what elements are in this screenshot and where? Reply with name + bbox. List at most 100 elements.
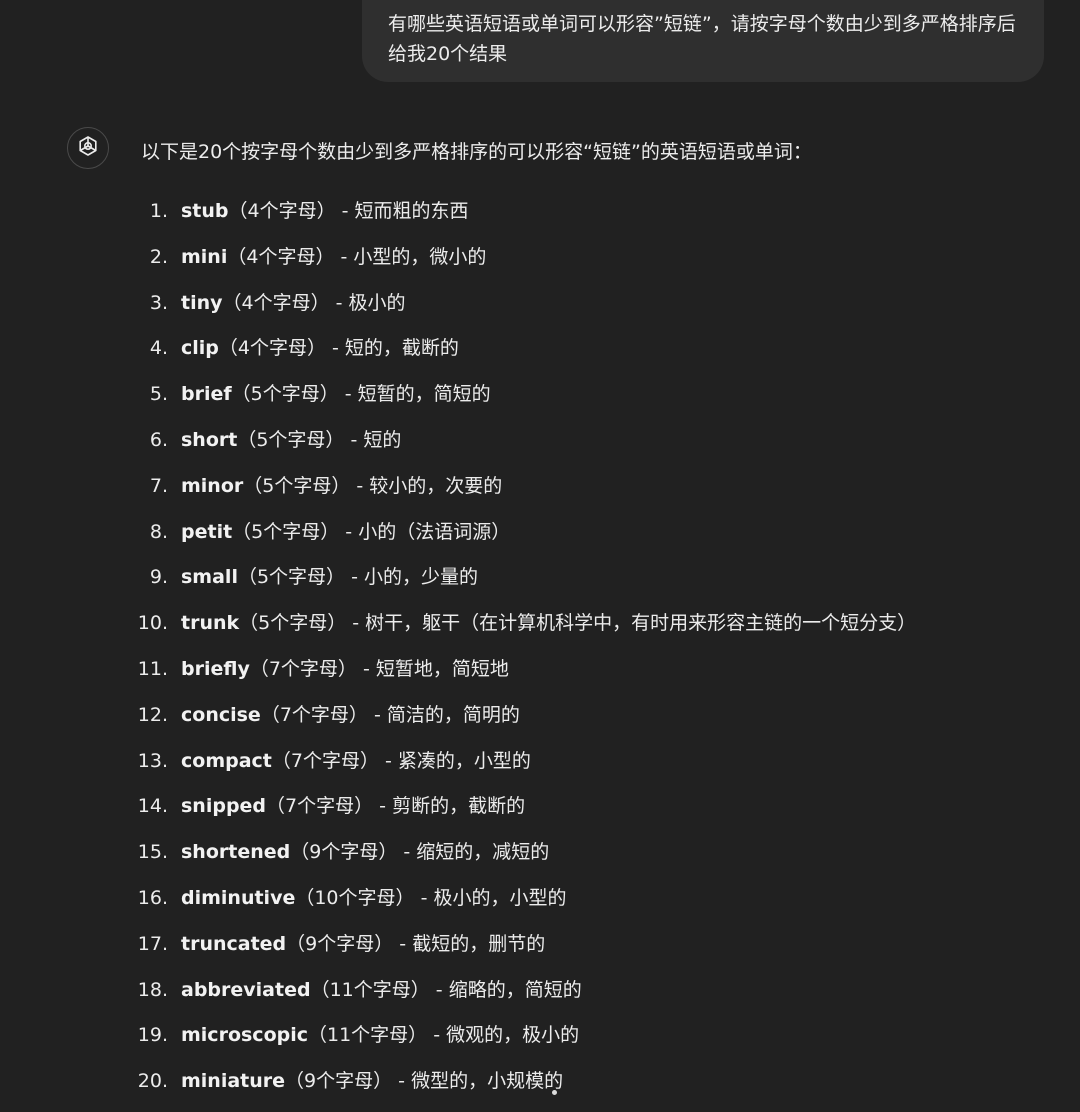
cursor-dot: [552, 1090, 557, 1095]
list-item-number: 5.: [149, 383, 168, 406]
letter-count: （5个字母）: [237, 566, 346, 589]
word-term: small: [181, 566, 238, 589]
list-item-body: shortened（9个字母） - 缩短的，减短的: [181, 837, 549, 867]
word-meaning: - 缩短的，减短的: [397, 841, 550, 864]
word-term: miniature: [181, 1070, 286, 1093]
list-item-number: 12.: [137, 703, 168, 726]
word-meaning: - 简洁的，简明的: [367, 703, 520, 726]
list-item-body: compact（7个字母） - 紧凑的，小型的: [181, 746, 531, 776]
list-item-number: 2.: [149, 245, 168, 268]
word-term: short: [181, 428, 238, 451]
letter-count: （9个字母）: [285, 1070, 393, 1093]
word-list: 1. stub（4个字母） - 短而粗的东西 2. mini（4个字母） - 小型的，…: [0, 196, 1080, 1112]
list-item-body: mini（4个字母） - 小型的，微小的: [181, 242, 486, 272]
word-term: truncated: [181, 932, 287, 955]
list-item-number: 3.: [149, 291, 168, 314]
list-item-body: short（5个字母） - 短的: [181, 425, 401, 455]
letter-count: （11个字母）: [308, 1024, 428, 1047]
word-meaning: - 小的，少量的: [345, 566, 478, 589]
word-meaning: - 短暂地，简短地: [356, 657, 509, 680]
word-term: clip: [181, 337, 219, 360]
word-term: compact: [181, 749, 272, 772]
letter-count: （4个字母）: [218, 337, 326, 360]
letter-count: （9个字母）: [286, 932, 394, 955]
letter-count: （5个字母）: [243, 474, 351, 497]
list-item-body: snipped（7个字母） - 剪断的，截断的: [181, 791, 525, 821]
list-item: 3. tiny（4个字母） - 极小的: [0, 288, 1080, 334]
list-item-body: brief（5个字母） - 短暂的，简短的: [181, 379, 491, 409]
letter-count: （7个字母）: [260, 703, 368, 726]
letter-count: （5个字母）: [239, 612, 347, 635]
list-item-body: trunk（5个字母） - 树干，躯干（在计算机科学中，有时用来形容主链的一个短…: [181, 608, 916, 638]
list-item-number: 1.: [149, 200, 168, 222]
list-item: 4. clip（4个字母） - 短的，截断的: [0, 333, 1080, 379]
list-item-number: 20.: [137, 1070, 168, 1093]
letter-count: （7个字母）: [271, 749, 379, 772]
list-item: 17. truncated（9个字母） - 截短的，删节的: [0, 929, 1080, 975]
word-meaning: - 剪断的，截断的: [373, 795, 526, 818]
list-item-body: tiny（4个字母） - 极小的: [181, 288, 406, 318]
list-item-body: stub（4个字母） - 短而粗的东西: [181, 196, 469, 226]
list-item: 12. concise（7个字母） - 简洁的，简明的: [0, 700, 1080, 746]
word-meaning: - 短的: [344, 428, 402, 451]
list-item: 19. microscopic（11个字母） - 微观的，极小的: [0, 1020, 1080, 1066]
word-meaning: - 树干，躯干（在计算机科学中，有时用来形容主链的一个短分支）: [346, 612, 917, 635]
word-term: shortened: [181, 841, 291, 864]
list-item: 10. trunk（5个字母） - 树干，躯干（在计算机科学中，有时用来形容主链的…: [0, 608, 1080, 654]
list-item: 15. shortened（9个字母） - 缩短的，减短的: [0, 837, 1080, 883]
word-meaning: - 小型的，微小的: [334, 245, 487, 268]
list-item: 13. compact（7个字母） - 紧凑的，小型的: [0, 746, 1080, 792]
word-term: tiny: [181, 291, 223, 314]
word-meaning: - 短而粗的东西: [335, 200, 469, 222]
letter-count: （5个字母）: [237, 428, 345, 451]
list-item-body: diminutive（10个字母） - 极小的，小型的: [181, 883, 566, 913]
word-term: minor: [181, 474, 244, 497]
list-item-number: 19.: [137, 1024, 168, 1047]
list-item-number: 8.: [149, 520, 168, 543]
word-term: briefly: [181, 657, 250, 680]
word-term: microscopic: [181, 1024, 308, 1047]
list-item-body: briefly（7个字母） - 短暂地，简短地: [181, 654, 509, 684]
list-item-body: microscopic（11个字母） - 微观的，极小的: [181, 1020, 579, 1050]
list-item-number: 17.: [137, 932, 168, 955]
letter-count: （4个字母）: [227, 245, 335, 268]
word-meaning: - 短的，截断的: [325, 337, 459, 360]
word-meaning: - 短暂的，简短的: [338, 383, 491, 406]
list-item: 6. short（5个字母） - 短的: [0, 425, 1080, 471]
word-term: petit: [181, 520, 233, 543]
word-meaning: - 小的（法语词源）: [339, 520, 511, 543]
list-item: 18. abbreviated（11个字母） - 缩略的，简短的: [0, 975, 1080, 1021]
letter-count: （9个字母）: [290, 841, 398, 864]
word-term: snipped: [181, 795, 267, 818]
letter-count: （11个字母）: [310, 978, 430, 1001]
word-term: stub: [181, 200, 229, 222]
word-meaning: - 缩略的，简短的: [429, 978, 582, 1001]
list-item-number: 15.: [137, 841, 168, 864]
list-item: 2. mini（4个字母） - 小型的，微小的: [0, 242, 1080, 288]
openai-logo-icon: [75, 133, 101, 163]
list-item-number: 13.: [137, 749, 168, 772]
word-meaning: - 截短的，删节的: [393, 932, 546, 955]
word-term: abbreviated: [181, 978, 311, 1001]
list-item-number: 4.: [149, 337, 168, 360]
list-item-body: concise（7个字母） - 简洁的，简明的: [181, 700, 520, 730]
word-meaning: - 极小的: [329, 291, 406, 314]
list-item-number: 18.: [137, 978, 168, 1001]
assistant-intro: 以下是20个按字母个数由少到多严格排序的可以形容“短链”的英语短语或单词：: [141, 141, 812, 163]
letter-count: （5个字母）: [231, 383, 339, 406]
list-item-body: petit（5个字母） - 小的（法语词源）: [181, 517, 510, 547]
word-meaning: - 紧凑的，小型的: [378, 749, 531, 772]
list-item: 1. stub（4个字母） - 短而粗的东西: [0, 196, 1080, 242]
list-item: 14. snipped（7个字母） - 剪断的，截断的: [0, 791, 1080, 837]
word-meaning: - 微观的，极小的: [427, 1024, 580, 1047]
list-item-number: 14.: [137, 795, 168, 818]
list-item: 20. miniature（9个字母） - 微型的，小规模的: [0, 1066, 1080, 1112]
letter-count: （7个字母）: [249, 657, 357, 680]
word-meaning: - 较小的，次要的: [350, 474, 503, 497]
list-item: 16. diminutive（10个字母） - 极小的，小型的: [0, 883, 1080, 929]
list-item-number: 10.: [137, 612, 168, 635]
list-item-number: 9.: [149, 566, 168, 589]
list-item: 7. minor（5个字母） - 较小的，次要的: [0, 471, 1080, 517]
list-item-body: abbreviated（11个字母） - 缩略的，简短的: [181, 975, 582, 1005]
list-item-number: 11.: [137, 657, 168, 680]
